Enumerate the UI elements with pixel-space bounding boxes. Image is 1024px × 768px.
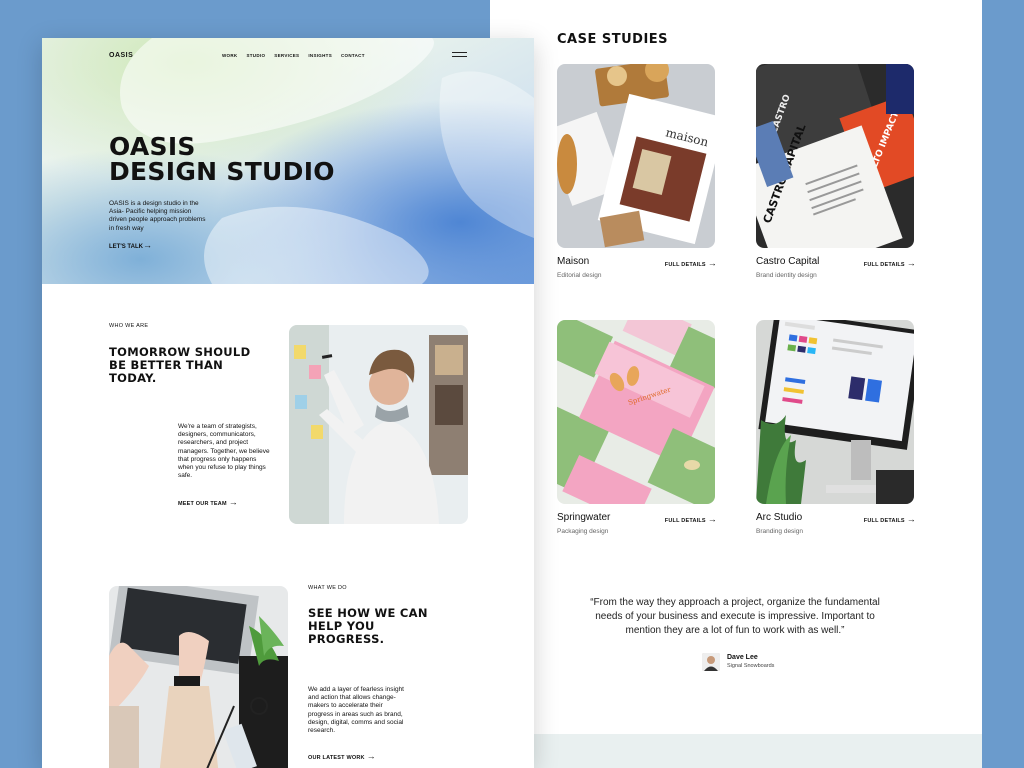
- case-category: Brand identity design: [756, 272, 817, 279]
- arc-studio-image: [756, 320, 914, 504]
- what-we-do-body: We add a layer of fearless insight and a…: [308, 686, 404, 735]
- team-member-photo: [289, 325, 468, 524]
- author-name: Dave Lee: [727, 654, 758, 661]
- arrow-right-icon: →: [906, 514, 916, 524]
- case-studies-title: CASE STUDIES: [557, 32, 669, 47]
- case-card-castro-capital[interactable]: CASTRO ALTO IMPACTO CASTRO CAPITAL Castr…: [756, 64, 916, 279]
- lets-talk-link[interactable]: LET'S TALK→: [109, 240, 152, 250]
- what-we-do-heading: SEE HOW WE CAN HELP YOU PROGRESS.: [308, 606, 428, 646]
- testimonial-quote: “From the way they approach a project, o…: [590, 597, 880, 636]
- what-we-do-label: WHAT WE DO: [308, 585, 347, 591]
- case-studies-panel: CASE STUDIES maison Maison Editorial des…: [490, 0, 982, 768]
- nav-logo[interactable]: OASIS: [109, 52, 133, 59]
- nav-link-services[interactable]: SERVICES: [274, 53, 299, 58]
- full-details-link[interactable]: FULL DETAILS →: [864, 258, 916, 268]
- meet-our-team-link[interactable]: MEET OUR TEAM →: [178, 497, 238, 507]
- hero-description: OASIS is a design studio in the Asia- Pa…: [109, 200, 206, 232]
- case-category: Editorial design: [557, 272, 602, 279]
- who-we-are-body: We're a team of strategists, designers, …: [178, 423, 270, 480]
- case-category: Packaging design: [557, 528, 609, 535]
- arrow-right-icon: →: [707, 514, 717, 524]
- maison-image: maison: [557, 64, 715, 248]
- laptop-photo: [109, 586, 288, 768]
- arrow-right-icon: →: [366, 751, 376, 761]
- who-we-are-heading: TOMORROW SHOULD BE BETTER THAN TODAY.: [109, 345, 251, 385]
- nav-link-work[interactable]: WORK: [222, 53, 237, 58]
- case-name: Castro Capital: [756, 256, 820, 267]
- case-name: Arc Studio: [756, 512, 803, 523]
- arrow-right-icon: →: [228, 497, 238, 507]
- case-name: Maison: [557, 256, 590, 267]
- full-details-link[interactable]: FULL DETAILS →: [665, 514, 717, 524]
- case-card-arc-studio[interactable]: Arc Studio Branding design FULL DETAILS →: [756, 320, 916, 535]
- castro-capital-image: CASTRO ALTO IMPACTO CASTRO CAPITAL: [756, 64, 914, 248]
- testimonial-author: Dave Lee Signal Snowboards: [702, 651, 822, 675]
- full-details-link[interactable]: FULL DETAILS →: [864, 514, 916, 524]
- nav-link-insights[interactable]: INSIGHTS: [308, 53, 332, 58]
- who-we-are-label: WHO WE ARE: [109, 323, 149, 329]
- case-card-maison[interactable]: maison Maison Editorial design FULL DETA…: [557, 64, 717, 279]
- menu-icon[interactable]: [452, 52, 467, 58]
- case-category: Branding design: [756, 528, 803, 535]
- author-company: Signal Snowboards: [727, 663, 775, 669]
- hero-title: OASIS DESIGN STUDIO: [109, 132, 335, 186]
- home-panel: OASIS WORK STUDIO SERVICES INSIGHTS CONT…: [42, 38, 534, 768]
- springwater-image: Springwater: [557, 320, 715, 504]
- arrow-right-icon: →: [142, 240, 152, 250]
- nav-links: WORK STUDIO SERVICES INSIGHTS CONTACT: [222, 53, 365, 58]
- nav-link-studio[interactable]: STUDIO: [246, 53, 265, 58]
- avatar: [702, 653, 720, 671]
- hero-section: OASIS WORK STUDIO SERVICES INSIGHTS CONT…: [42, 38, 534, 284]
- case-name: Springwater: [557, 512, 611, 523]
- nav-link-contact[interactable]: CONTACT: [341, 53, 365, 58]
- our-latest-work-link[interactable]: OUR LATEST WORK →: [308, 751, 376, 761]
- footer-band: [534, 734, 982, 768]
- case-card-springwater[interactable]: Springwater Springwater Packaging design…: [557, 320, 717, 535]
- full-details-link[interactable]: FULL DETAILS →: [665, 258, 717, 268]
- arrow-right-icon: →: [707, 258, 717, 268]
- arrow-right-icon: →: [906, 258, 916, 268]
